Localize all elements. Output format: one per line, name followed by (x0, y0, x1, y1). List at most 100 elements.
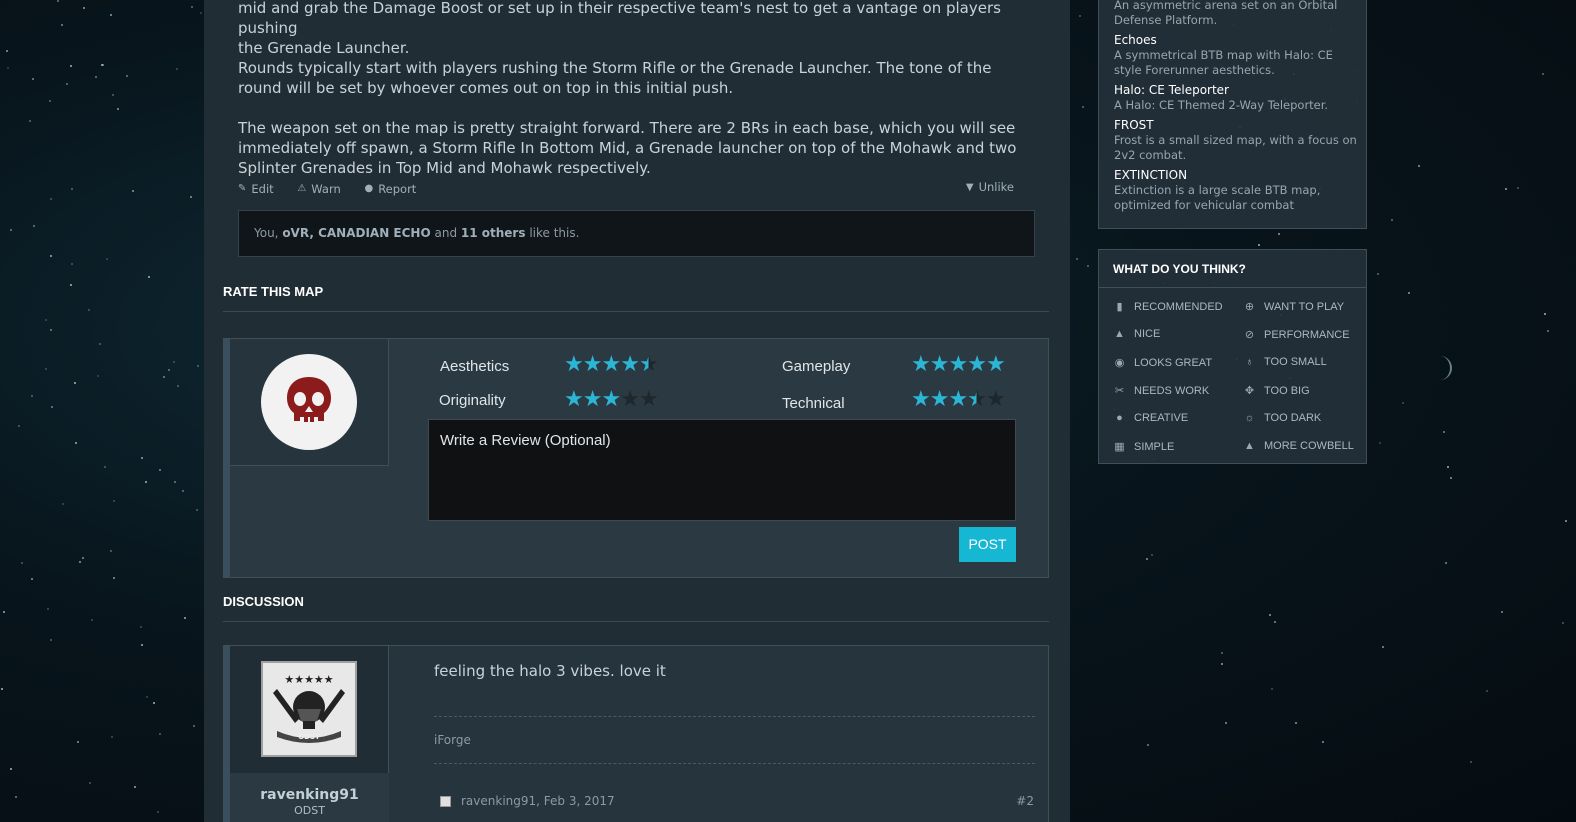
map-title[interactable]: FROST (1114, 118, 1359, 133)
reaction-more-cowbell[interactable]: ▲ MORE COWBELL (1243, 440, 1354, 452)
star-dot (70, 65, 72, 68)
post-number-link[interactable]: #2 (1016, 794, 1034, 808)
star-dot (90, 619, 93, 622)
star-dot (1221, 651, 1224, 654)
star-dot (15, 795, 18, 798)
star-dot (117, 107, 120, 110)
reaction-too-small[interactable]: ♁ TOO SMALL (1243, 356, 1326, 368)
star-dot (94, 75, 97, 78)
star-icon[interactable]: ★ (967, 387, 987, 412)
rating-stars-aesthetics[interactable]: ★★★★★ (564, 352, 659, 377)
star-dot (30, 578, 33, 581)
reaction-performance[interactable]: ⊘ PERFORMANCE (1243, 328, 1350, 342)
map-title[interactable]: Echoes (1114, 33, 1359, 48)
reaction-needs-work[interactable]: ✂ NEEDS WORK (1113, 384, 1209, 398)
map-title[interactable]: Halo: CE Teleporter (1114, 83, 1359, 98)
signature: iForge (434, 733, 471, 747)
map-item[interactable]: An asymmetric arena set on an Orbital De… (1114, 0, 1359, 28)
review-textarea[interactable]: Write a Review (Optional) (428, 419, 1016, 521)
reaction-want-to-play[interactable]: ⊕ WANT TO PLAY (1243, 300, 1344, 314)
report-link[interactable]: ● Report (364, 182, 426, 196)
rating-stars-technical[interactable]: ★★★★★ (911, 387, 1006, 412)
star-icon[interactable]: ★ (601, 352, 621, 377)
post-paragraph-3: The weapon set on the map is pretty stra… (238, 119, 1017, 177)
star-dot (1147, 744, 1150, 747)
likes-others-link[interactable]: 11 others (461, 226, 526, 240)
rating-label-originality: Originality (439, 392, 506, 409)
star-dot (44, 368, 47, 371)
star-dot (1544, 312, 1547, 315)
reaction-too-big[interactable]: ✥ TOO BIG (1243, 384, 1310, 398)
star-icon[interactable]: ★ (601, 387, 621, 412)
star-dot (199, 11, 202, 14)
star-dot (140, 644, 143, 646)
sun-icon: ☼ (1244, 412, 1255, 424)
likes-and: and (430, 226, 461, 240)
star-icon[interactable]: ★ (620, 387, 640, 412)
star-dot (1547, 330, 1550, 333)
map-item[interactable]: Halo: CE Teleporter A Halo: CE Themed 2-… (1114, 83, 1359, 113)
star-dot (32, 77, 35, 80)
report-label: Report (378, 181, 417, 196)
star-dot (126, 74, 129, 77)
rating-stars-gameplay[interactable]: ★★★★★ (911, 352, 1006, 377)
star-dot (1273, 620, 1276, 623)
star-icon[interactable]: ★ (620, 352, 640, 377)
likes-user-link[interactable]: CANADIAN ECHO (318, 226, 431, 240)
star-icon[interactable]: ★ (911, 387, 931, 412)
likes-user-link[interactable]: oVR (282, 226, 309, 240)
warn-link[interactable]: ⚠ Warn (297, 182, 350, 196)
avatar[interactable] (261, 354, 357, 450)
map-item[interactable]: FROST Frost is a small sized map, with a… (1114, 118, 1359, 163)
rate-box: Aesthetics ★★★★★ Gameplay ★★★★★ Original… (223, 338, 1049, 578)
reaction-label: LOOKS GREAT (1134, 356, 1213, 369)
star-icon[interactable]: ★ (967, 352, 987, 377)
star-icon[interactable]: ★ (639, 387, 659, 412)
star-dot (1145, 557, 1148, 560)
star-icon[interactable]: ★ (583, 352, 603, 377)
avatar[interactable]: ★★★★★ ODST (261, 661, 357, 757)
reaction-recommended[interactable]: ▮ RECOMMENDED (1113, 300, 1222, 314)
reaction-simple[interactable]: ▦ SIMPLE (1113, 440, 1174, 454)
map-item[interactable]: Echoes A symmetrical BTB map with Halo: … (1114, 33, 1359, 78)
skull-icon (287, 377, 331, 422)
star-icon[interactable]: ★ (986, 352, 1006, 377)
map-title[interactable]: EXTINCTION (1114, 168, 1359, 183)
star-dot (56, 0, 59, 3)
reaction-too-dark[interactable]: ☼ TOO DARK (1243, 412, 1321, 424)
post-meta-text[interactable]: ravenking91, Feb 3, 2017 (461, 794, 615, 808)
star-dot (50, 328, 53, 331)
star-dot (105, 257, 108, 260)
main-column: mid and grab the Damage Boost or set up … (204, 0, 1070, 822)
reaction-creative[interactable]: ● CREATIVE (1113, 412, 1188, 424)
eye-icon: ◉ (1114, 357, 1125, 369)
post-review-button[interactable]: POST (959, 527, 1016, 562)
username-link[interactable]: ravenking91 (230, 787, 389, 803)
star-icon[interactable]: ★ (583, 387, 603, 412)
star-icon[interactable]: ★ (930, 387, 950, 412)
star-icon[interactable]: ★ (948, 387, 968, 412)
star-icon[interactable]: ★ (639, 352, 659, 377)
edit-link[interactable]: ✎ Edit (238, 182, 284, 196)
star-dot (31, 394, 34, 397)
reaction-looks-great[interactable]: ◉ LOOKS GREAT (1113, 356, 1213, 370)
star-icon[interactable]: ★ (948, 352, 968, 377)
map-item[interactable]: EXTINCTION Extinction is a large scale B… (1114, 168, 1359, 213)
star-dot (97, 375, 100, 378)
user-cell: ★★★★★ ODST ravenking91 ODST (230, 646, 389, 822)
select-checkbox[interactable] (440, 795, 451, 807)
divider (434, 716, 1035, 717)
reaction-nice[interactable]: ▲ NICE (1113, 328, 1160, 340)
star-icon[interactable]: ★ (564, 387, 584, 412)
star-icon[interactable]: ★ (911, 352, 931, 377)
unlike-link[interactable]: ▼ Unlike (966, 180, 1024, 194)
star-icon[interactable]: ★ (930, 352, 950, 377)
star-dot (65, 83, 68, 86)
rating-stars-originality[interactable]: ★★★★★ (564, 387, 659, 412)
star-icon[interactable]: ★ (564, 352, 584, 377)
star-dot (1391, 219, 1394, 222)
star-icon[interactable]: ★ (986, 387, 1006, 412)
svg-text:ODST: ODST (298, 733, 320, 741)
star-dot (77, 741, 80, 744)
star-dot (193, 724, 196, 727)
